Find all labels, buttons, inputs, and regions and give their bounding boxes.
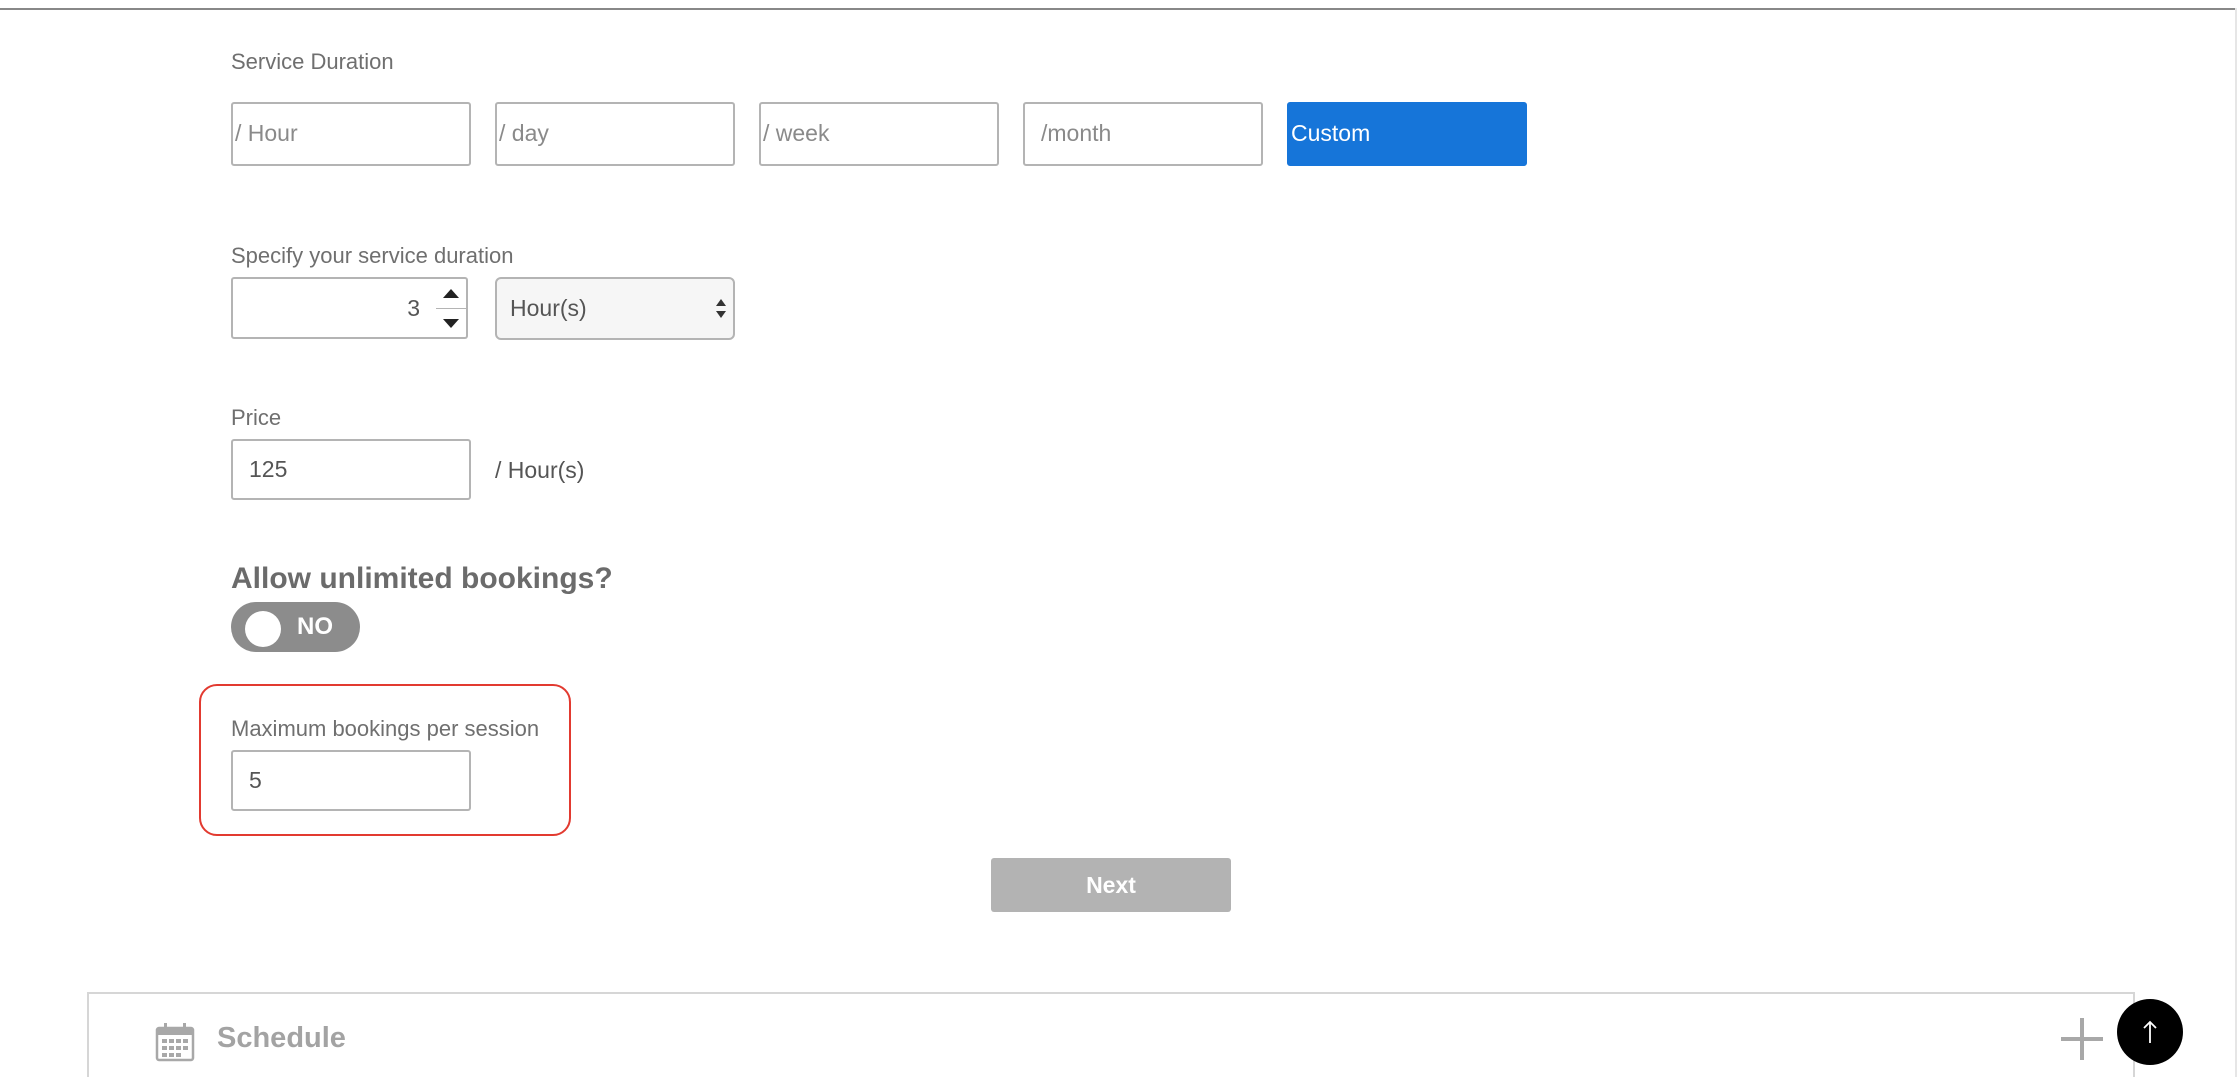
top-divider [0,8,2237,10]
unlimited-bookings-heading: Allow unlimited bookings? [231,562,613,595]
schedule-panel-header[interactable]: Schedule [87,992,2135,1077]
duration-option-hour[interactable]: / Hour [231,102,471,166]
schedule-title: Schedule [217,1022,346,1054]
page: Service Duration / Hour / day / week /mo… [0,0,2237,1077]
duration-stepper [436,277,468,339]
unlimited-bookings-toggle[interactable]: NO [231,602,360,652]
arrow-up-icon [2143,1020,2157,1043]
duration-option-day[interactable]: / day [495,102,735,166]
stepper-down-button[interactable] [436,309,466,338]
duration-option-month[interactable]: /month [1023,102,1263,166]
max-bookings-label: Maximum bookings per session [231,716,540,741]
price-input[interactable] [231,439,471,500]
duration-unit-selected: Hour(s) [510,295,587,321]
service-duration-label: Service Duration [231,49,394,74]
toggle-state-label: NO [297,613,333,640]
price-unit-text: / Hour(s) [495,457,585,483]
select-arrows-icon [715,299,727,321]
duration-unit-select[interactable]: Hour(s) [495,277,735,340]
next-button[interactable]: Next [991,858,1231,912]
duration-option-custom[interactable]: Custom [1287,102,1527,166]
triangle-down-icon [443,319,459,328]
price-label: Price [231,405,282,430]
specify-duration-label: Specify your service duration [231,243,514,268]
toggle-knob [245,611,281,647]
stepper-up-button[interactable] [436,279,466,309]
max-bookings-input[interactable] [231,750,471,811]
calendar-icon [155,1023,195,1062]
scroll-to-top-button[interactable] [2117,999,2183,1065]
duration-option-week[interactable]: / week [759,102,999,166]
duration-number-input[interactable] [231,277,438,339]
plus-icon[interactable] [2061,1018,2103,1060]
triangle-up-icon [443,289,459,298]
